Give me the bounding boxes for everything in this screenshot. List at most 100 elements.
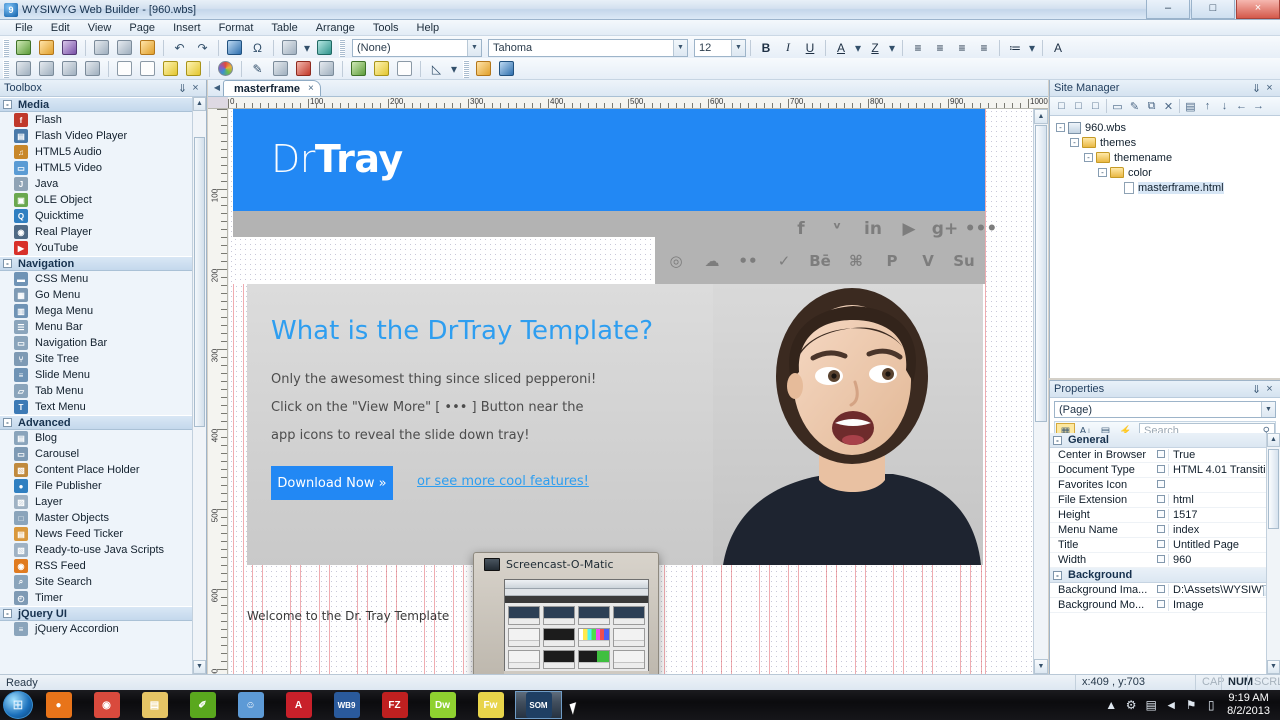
- ruler-dropdown[interactable]: ▾: [449, 59, 459, 79]
- toolbox-item-site-tree[interactable]: ⑂ Site Tree: [0, 351, 193, 367]
- chevron-down-icon[interactable]: ▼: [467, 39, 481, 56]
- toolbox-item-navigation-bar[interactable]: ▭ Navigation Bar: [0, 335, 193, 351]
- undo-button[interactable]: ↶: [169, 38, 190, 58]
- expander-icon[interactable]: -: [1098, 168, 1107, 177]
- bullets-button[interactable]: ≔: [1005, 38, 1025, 57]
- property-value[interactable]: D:\Assets\WYSIWY(...: [1168, 584, 1280, 596]
- property-row[interactable]: Favorites Icon...: [1050, 478, 1280, 493]
- toolbar-grip[interactable]: [339, 38, 345, 57]
- expander-icon[interactable]: -: [1053, 435, 1062, 445]
- menu-item-help[interactable]: Help: [408, 20, 449, 36]
- property-row[interactable]: Title Untitled Page: [1050, 538, 1280, 553]
- property-value[interactable]: html: [1168, 494, 1280, 506]
- align-objects-right-button[interactable]: [59, 59, 80, 79]
- tree-node-themename[interactable]: - themename: [1056, 150, 1280, 165]
- highlight-dropdown[interactable]: ▾: [887, 38, 897, 58]
- toolbar-grip[interactable]: [463, 59, 469, 78]
- font-color-button[interactable]: A: [831, 38, 851, 57]
- site-tree[interactable]: -960.wbs - themes - themename - color masterfra…: [1050, 116, 1280, 378]
- toolbox-item-carousel[interactable]: ▭ Carousel: [0, 446, 193, 462]
- maximize-button[interactable]: □: [1191, 0, 1235, 19]
- align-right-button[interactable]: ≡: [952, 38, 972, 57]
- taskbar-button-wysiwyg-web-builder[interactable]: WB9: [323, 691, 370, 719]
- toolbox-item-css-menu[interactable]: ▬ CSS Menu: [0, 271, 193, 287]
- menu-item-table[interactable]: Table: [262, 20, 306, 36]
- menu-item-file[interactable]: File: [6, 20, 42, 36]
- chevron-down-icon[interactable]: ▼: [673, 39, 687, 56]
- bring-forward-button[interactable]: [160, 59, 181, 79]
- menu-item-tools[interactable]: Tools: [364, 20, 408, 36]
- new-page-button[interactable]: □: [1053, 98, 1070, 115]
- battery-icon[interactable]: ▯: [1201, 698, 1221, 712]
- property-row[interactable]: Height 1517: [1050, 508, 1280, 523]
- scroll-up-icon[interactable]: ▲: [193, 97, 206, 111]
- move-right-button[interactable]: →: [1250, 98, 1267, 115]
- distribute-button[interactable]: [82, 59, 103, 79]
- vimeo-icon[interactable]: V: [910, 252, 946, 270]
- volume-icon[interactable]: ◄: [1161, 698, 1181, 712]
- binding-icon[interactable]: [1154, 509, 1168, 521]
- toolbox-item-ready-to-use-java-scripts[interactable]: ▧ Ready-to-use Java Scripts: [0, 542, 193, 558]
- taskbar-button-dreamweaver[interactable]: Dw: [419, 691, 466, 719]
- taskbar-button-user-app[interactable]: ☺: [227, 691, 274, 719]
- github-icon[interactable]: ⌘: [838, 252, 874, 270]
- show-grid-button[interactable]: [348, 59, 369, 79]
- stumbleupon-icon[interactable]: Su: [946, 252, 982, 270]
- bring-to-front-button[interactable]: [114, 59, 135, 79]
- toolbox-item-layer[interactable]: ▨ Layer: [0, 494, 193, 510]
- scroll-down-icon[interactable]: ▼: [193, 660, 206, 674]
- binding-icon[interactable]: [1154, 524, 1168, 536]
- new-child-page-button[interactable]: □: [1087, 98, 1104, 115]
- taskbar-button-chrome[interactable]: ◉: [83, 691, 130, 719]
- toolbox-item-ole-object[interactable]: ▣ OLE Object: [0, 192, 193, 208]
- taskbar-clock[interactable]: 9:19 AM 8/2/2013: [1221, 692, 1276, 718]
- toolbox-item-menu-bar[interactable]: ☰ Menu Bar: [0, 319, 193, 335]
- property-value[interactable]: True: [1168, 449, 1280, 461]
- binding-icon[interactable]: [1154, 539, 1168, 551]
- bold-button[interactable]: B: [756, 38, 776, 57]
- expander-icon[interactable]: -: [1056, 123, 1065, 132]
- new-button[interactable]: [13, 38, 34, 58]
- toolbox-item-file-publisher[interactable]: ● File Publisher: [0, 478, 193, 494]
- object-selector-combo[interactable]: (Page) ▼: [1054, 401, 1276, 418]
- toolbox-item-flash-video-player[interactable]: ▤ Flash Video Player: [0, 128, 193, 144]
- pencil-tool-button[interactable]: ✎: [247, 59, 268, 79]
- align-objects-left-button[interactable]: [13, 59, 34, 79]
- send-backward-button[interactable]: [183, 59, 204, 79]
- pinterest-icon[interactable]: P: [874, 252, 910, 270]
- property-row[interactable]: Menu Name index: [1050, 523, 1280, 538]
- toolbox-group-jquery-ui[interactable]: - jQuery UI: [0, 606, 193, 621]
- taskbar-button-explorer[interactable]: ▤: [131, 691, 178, 719]
- special-character-button[interactable]: Ω: [247, 38, 268, 58]
- property-row[interactable]: Background Mo... Image: [1050, 598, 1280, 613]
- style-combo[interactable]: (None) ▼: [352, 38, 482, 57]
- canvas-vertical-scrollbar[interactable]: ▲ ▼: [1033, 109, 1048, 674]
- youtube-icon[interactable]: ▶: [891, 219, 927, 239]
- master-objects-button[interactable]: [371, 59, 392, 79]
- tree-node-masterframe-html[interactable]: masterframe.html: [1056, 180, 1280, 195]
- more-features-link[interactable]: or see more cool features!: [417, 474, 589, 489]
- toolbox-item-jquery-accordion[interactable]: ≡ jQuery Accordion: [0, 621, 193, 637]
- toolbox-group-advanced[interactable]: - Advanced: [0, 415, 193, 430]
- italic-button[interactable]: I: [778, 38, 798, 57]
- close-icon[interactable]: ×: [1263, 82, 1276, 94]
- clear-formatting-button[interactable]: A: [1048, 38, 1068, 57]
- toolbar-grip[interactable]: [3, 38, 9, 57]
- property-row[interactable]: Width 960: [1050, 553, 1280, 568]
- tree-node-960-wbs[interactable]: - 960.wbs: [1056, 120, 1280, 135]
- close-icon[interactable]: ×: [1263, 383, 1276, 395]
- scroll-down-icon[interactable]: ▼: [1034, 659, 1048, 674]
- property-value[interactable]: 960: [1168, 554, 1280, 566]
- twitter-icon[interactable]: ᵛ: [819, 219, 855, 239]
- align-center-button[interactable]: ≡: [930, 38, 950, 57]
- duplicate-page-button[interactable]: ⧉: [1143, 98, 1160, 115]
- expander-icon[interactable]: -: [1084, 153, 1093, 162]
- pin-icon[interactable]: ⇓: [1250, 82, 1263, 95]
- menu-item-insert[interactable]: Insert: [164, 20, 210, 36]
- page-properties-button[interactable]: [293, 59, 314, 79]
- publish-button[interactable]: [314, 38, 335, 58]
- toolbox-item-java[interactable]: J Java: [0, 176, 193, 192]
- move-up-button[interactable]: ↑: [1199, 98, 1216, 115]
- toolbox-item-go-menu[interactable]: ▦ Go Menu: [0, 287, 193, 303]
- property-row[interactable]: Document Type HTML 4.01 Transitio...: [1050, 463, 1280, 478]
